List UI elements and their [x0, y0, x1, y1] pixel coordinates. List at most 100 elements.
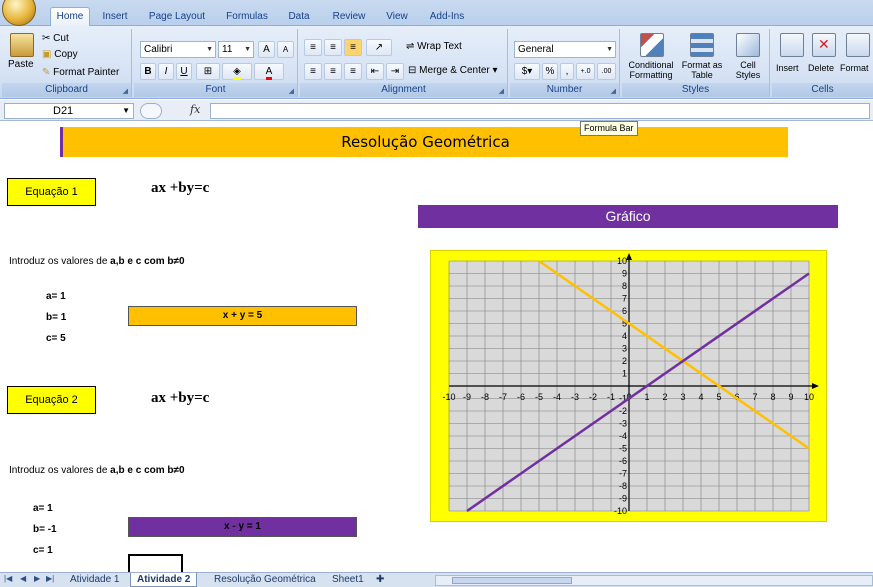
dialog-launcher-icon[interactable]: ◢	[123, 87, 128, 95]
intro-text: Introduz os valores de	[9, 465, 111, 476]
y-tick-label: -3	[619, 419, 627, 429]
y-tick-label: 2	[622, 356, 627, 366]
tab-home[interactable]: Home	[50, 7, 90, 27]
x-tick-label: 2	[662, 392, 667, 402]
next-sheet-icon[interactable]: ▶	[34, 574, 40, 583]
delete-x-icon: ✕	[818, 36, 830, 52]
chevron-down-icon: ▼	[606, 46, 613, 53]
increase-decimal-button[interactable]: +.0	[576, 63, 595, 80]
insert-sheet-icon[interactable]: ✚	[370, 573, 390, 587]
x-tick-label: 8	[770, 392, 775, 402]
first-sheet-icon[interactable]: |◀	[4, 574, 12, 583]
formula-controls[interactable]	[140, 103, 162, 119]
font-color-button[interactable]: A	[254, 63, 284, 80]
grow-font-button[interactable]: A	[258, 41, 275, 58]
y-tick-label: 3	[622, 344, 627, 354]
dialog-launcher-icon[interactable]: ◢	[289, 87, 294, 95]
cells-group-label: Cells	[772, 83, 873, 97]
tab-view[interactable]: View	[382, 8, 412, 26]
y-tick-label: -5	[619, 444, 627, 454]
font-name-combo[interactable]: Calibri ▼	[140, 41, 216, 58]
x-tick-label: -10	[442, 392, 455, 402]
borders-button[interactable]: ⊞	[196, 63, 220, 80]
x-tick-label: -4	[553, 392, 561, 402]
delete-cells-icon: ✕	[812, 33, 836, 57]
number-format-combo[interactable]: General ▼	[514, 41, 616, 58]
equation-1-result: x + y = 5	[128, 306, 357, 326]
chart-frame[interactable]: -10 -9 -8 -7 -6 -5 -4 -3 -2 -1 0 1 2 3 4 5 6 7 8 9 10 10 9 8 7 6 5…	[430, 250, 827, 522]
sheet-tab-resolucao-geometrica[interactable]: Resolução Geométrica	[208, 573, 322, 587]
formula-bar-tooltip: Formula Bar	[580, 121, 638, 136]
underline-button[interactable]: U	[176, 63, 192, 80]
sheet-tab-atividade-2[interactable]: Atividade 2	[130, 573, 198, 587]
currency-icon: $▾	[521, 66, 533, 77]
coef-a-2: a= 1	[33, 503, 53, 514]
align-middle-button[interactable]: ≡	[324, 39, 342, 56]
y-tick-label: 9	[622, 269, 627, 279]
x-axis-arrow	[812, 383, 819, 389]
align-center-button[interactable]: ≡	[324, 63, 342, 80]
increase-indent-icon: ⇥	[390, 66, 400, 77]
tab-review[interactable]: Review	[328, 8, 370, 26]
tab-formulas[interactable]: Formulas	[222, 8, 272, 26]
y-tick-label: -4	[619, 431, 627, 441]
last-sheet-icon[interactable]: ▶|	[46, 574, 54, 583]
dialog-launcher-icon[interactable]: ◢	[499, 87, 504, 95]
align-top-button[interactable]: ≡	[304, 39, 322, 56]
delete-button[interactable]: Delete	[808, 63, 834, 73]
shrink-font-button[interactable]: A	[277, 41, 294, 58]
sheet-tab-atividade-1[interactable]: Atividade 1	[64, 573, 125, 587]
fill-color-button[interactable]: ◈	[222, 63, 252, 80]
format-painter-button[interactable]: ✎ Format Painter	[42, 67, 119, 78]
tab-add-ins[interactable]: Add-Ins	[426, 8, 468, 26]
insert-function-icon[interactable]: fx	[190, 103, 200, 116]
conditional-formatting-button[interactable]: Conditional Formatting	[626, 60, 676, 80]
percent-button[interactable]: %	[542, 63, 558, 80]
decrease-indent-button[interactable]: ⇤	[366, 63, 384, 80]
orientation-button[interactable]: ↗	[366, 39, 392, 56]
align-right-button[interactable]: ≡	[344, 63, 362, 80]
font-size-combo[interactable]: 11 ▼	[218, 41, 254, 58]
clipboard-group-label: Clipboard	[2, 83, 131, 97]
selected-cell[interactable]	[128, 554, 183, 572]
scroll-thumb[interactable]	[452, 577, 572, 584]
align-left-button[interactable]: ≡	[304, 63, 322, 80]
tab-page-layout[interactable]: Page Layout	[146, 8, 208, 26]
wrap-text-button[interactable]: ⇌ Wrap Text	[406, 41, 462, 52]
format-as-table-button[interactable]: Format as Table	[678, 60, 726, 80]
bold-button[interactable]: B	[140, 63, 156, 80]
comma-button[interactable]: ,	[560, 63, 574, 80]
italic-button[interactable]: I	[158, 63, 174, 80]
intro-text: Introduz os valores de	[9, 256, 111, 267]
name-box[interactable]: D21 ▼	[4, 103, 134, 119]
dialog-launcher-icon[interactable]: ◢	[611, 87, 616, 95]
align-bottom-button[interactable]: ≡	[344, 39, 362, 56]
brush-icon: ✎	[42, 67, 54, 78]
number-format-value: General	[518, 44, 554, 55]
formula-bar: D21 ▼ fx	[0, 100, 873, 121]
copy-button[interactable]: ▣ Copy	[42, 49, 78, 60]
worksheet[interactable]: Resolução Geométrica Equação 1 ax +by=c …	[0, 122, 873, 572]
tab-data[interactable]: Data	[284, 8, 314, 26]
office-button[interactable]	[2, 0, 36, 26]
align-top-icon: ≡	[310, 42, 316, 53]
formula-input[interactable]	[210, 103, 870, 119]
y-tick-label: 4	[622, 331, 627, 341]
cell-styles-button[interactable]: Cell Styles	[728, 60, 768, 80]
x-tick-label: -3	[571, 392, 579, 402]
sheet-tab-sheet1[interactable]: Sheet1	[326, 573, 370, 587]
prev-sheet-icon[interactable]: ◀	[20, 574, 26, 583]
format-button[interactable]: Format	[840, 63, 869, 73]
horizontal-scrollbar[interactable]	[435, 575, 873, 586]
x-tick-label: 10	[804, 392, 814, 402]
decrease-decimal-button[interactable]: .00	[597, 63, 616, 80]
paste-button[interactable]: Paste	[8, 59, 34, 70]
insert-button[interactable]: Insert	[776, 63, 799, 73]
cut-button[interactable]: ✂ Cut	[42, 33, 69, 44]
merge-center-button[interactable]: ⊟ Merge & Center ▾	[408, 65, 498, 76]
tab-insert[interactable]: Insert	[96, 8, 134, 26]
font-name-value: Calibri	[144, 44, 173, 55]
accounting-format-button[interactable]: $▾	[514, 63, 540, 80]
equation-1-formula: ax +by=c	[151, 180, 210, 196]
increase-indent-button[interactable]: ⇥	[386, 63, 404, 80]
